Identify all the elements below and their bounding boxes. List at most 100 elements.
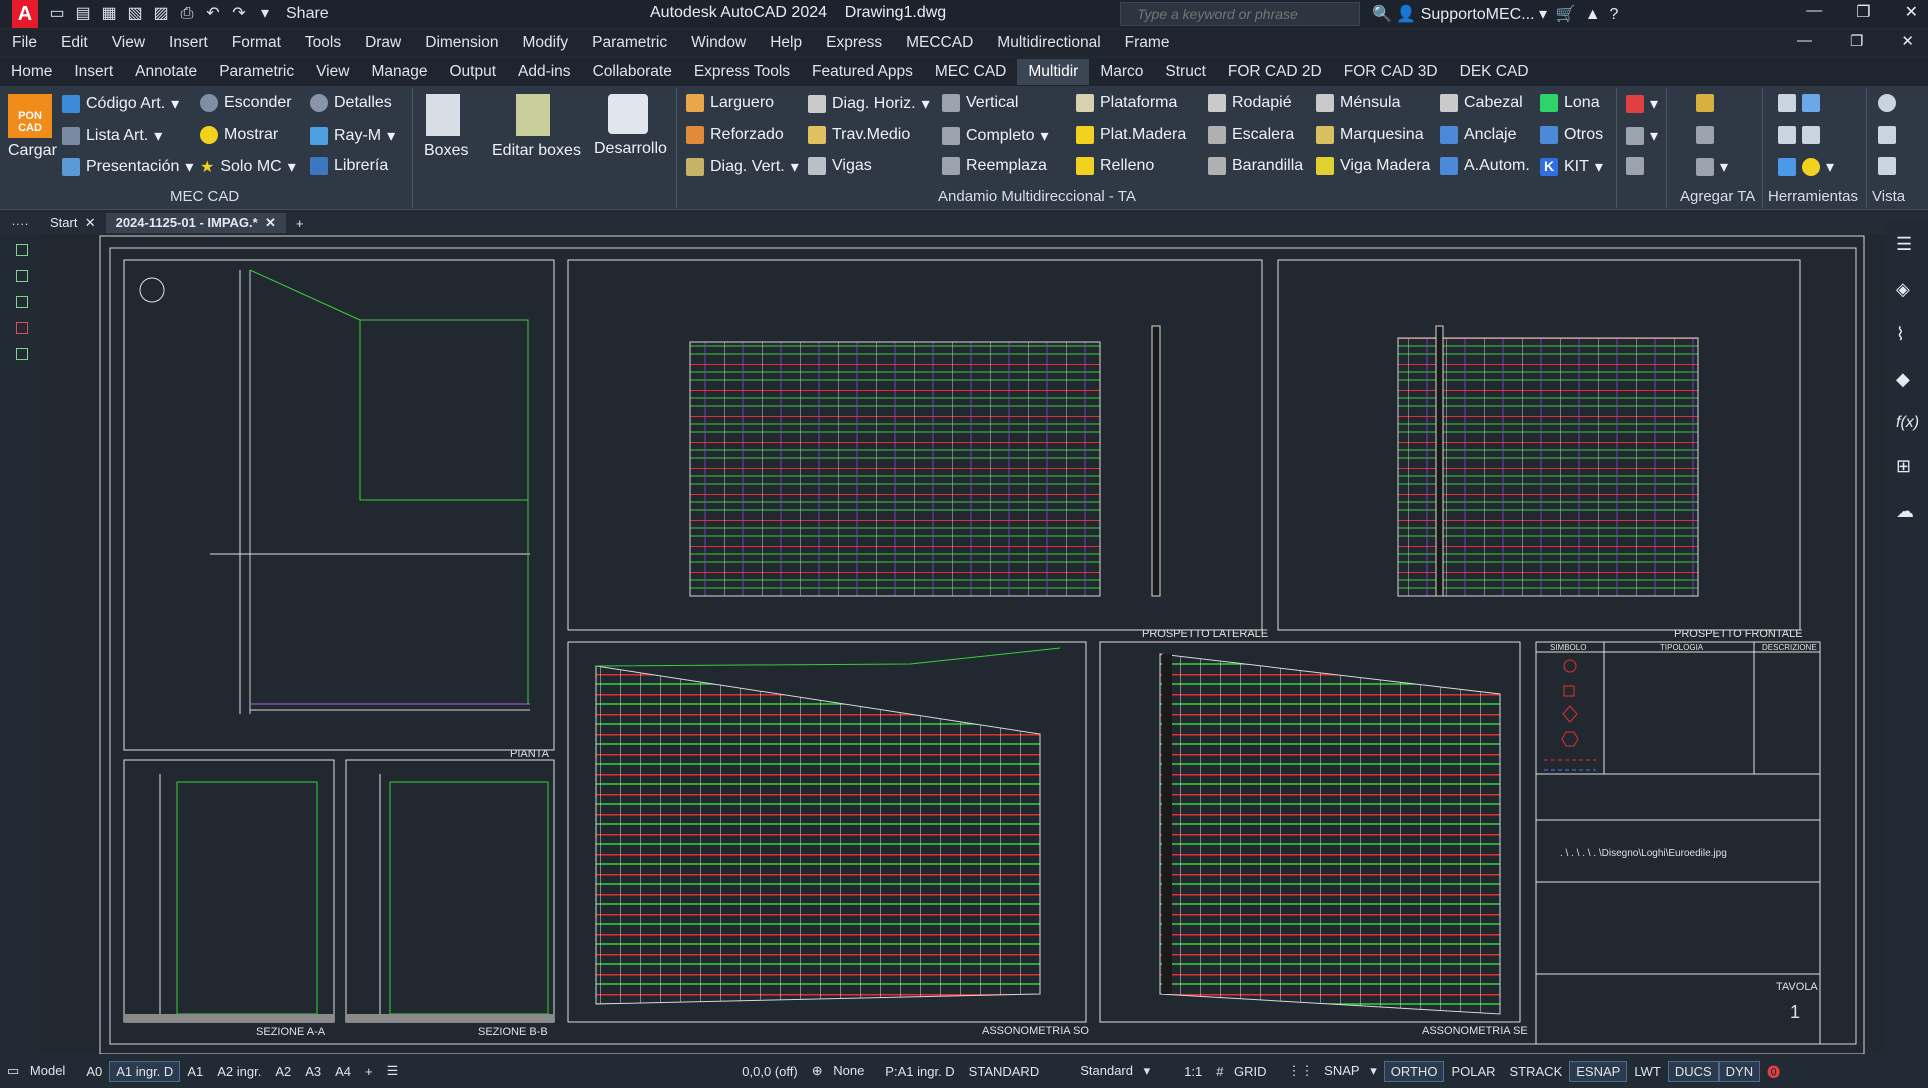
boxes-button[interactable]: Boxes: [424, 142, 468, 160]
ribbon-tab-0[interactable]: Home: [0, 59, 63, 85]
layer-tool-icon[interactable]: [16, 322, 28, 334]
save-as-icon[interactable]: ▧: [124, 4, 146, 24]
completo-button[interactable]: Completo ▾: [942, 126, 1049, 146]
doc-minimize-icon[interactable]: —: [1797, 32, 1812, 50]
model-tab[interactable]: ▭ Model: [0, 1063, 79, 1079]
layout-tab-a3[interactable]: A3: [298, 1064, 328, 1079]
layers-icon[interactable]: ◈: [1896, 279, 1928, 300]
ribbon-tab-17[interactable]: DEK CAD: [1449, 59, 1540, 85]
menu-item-15[interactable]: Frame: [1113, 34, 1182, 52]
menu-item-13[interactable]: MECCAD: [894, 34, 985, 52]
anclaje-button[interactable]: Anclaje: [1440, 126, 1516, 144]
trav-medio-button[interactable]: Trav.Medio: [808, 126, 910, 144]
menu-item-7[interactable]: Dimension: [413, 34, 510, 52]
plat-madera-button[interactable]: Plat.Madera: [1076, 126, 1186, 144]
solo-mc-button[interactable]: ★ Solo MC ▾: [200, 157, 296, 177]
autocad-logo-icon[interactable]: A: [12, 0, 38, 28]
layout-tab-a0[interactable]: A0: [79, 1064, 109, 1079]
menu-item-0[interactable]: File: [0, 34, 49, 52]
menu-item-4[interactable]: Format: [220, 34, 293, 52]
vigas-button[interactable]: Vigas: [808, 157, 872, 175]
agregar-tool-3[interactable]: ▾: [1696, 157, 1728, 177]
new-tab-icon[interactable]: +: [286, 214, 314, 233]
reforzado-button[interactable]: Reforzado: [686, 126, 784, 144]
mostrar-button[interactable]: Mostrar: [200, 126, 278, 144]
menu-item-2[interactable]: View: [100, 34, 157, 52]
drawing-canvas[interactable]: PIANTA SEZIONE A-A SEZIONE B-B PROSPETTO…: [40, 234, 1886, 1054]
detalles-button[interactable]: Detalles: [310, 94, 392, 112]
menu-item-12[interactable]: Express: [814, 34, 894, 52]
none-button[interactable]: ⊕ None: [805, 1063, 879, 1079]
menu-item-11[interactable]: Help: [758, 34, 814, 52]
ray-m-button[interactable]: Ray-M ▾: [310, 126, 395, 146]
lona-button[interactable]: Lona: [1540, 94, 1600, 112]
doc-restore-icon[interactable]: ❐: [1850, 32, 1863, 50]
ribbon-tab-15[interactable]: FOR CAD 2D: [1217, 59, 1333, 85]
ribbon-tab-12[interactable]: Multidir: [1017, 59, 1090, 85]
user-menu[interactable]: 🔍 👤 SupportoMEC... ▾ 🛒 ▲ ?: [1372, 4, 1618, 24]
menu-item-3[interactable]: Insert: [157, 34, 220, 52]
tab-drawing[interactable]: 2024-1125-01 - IMPAG.* ✕: [105, 213, 286, 233]
add-layout-icon[interactable]: +: [358, 1064, 380, 1079]
diag-vert-button[interactable]: Diag. Vert. ▾: [686, 157, 799, 177]
esconder-button[interactable]: Esconder: [200, 94, 292, 112]
layout-tab-a1[interactable]: A1: [180, 1064, 210, 1079]
minimize-icon[interactable]: —: [1806, 2, 1822, 22]
strack-button[interactable]: STRACK: [1503, 1064, 1570, 1079]
view-tool-2[interactable]: [1878, 126, 1896, 144]
dyn-button[interactable]: DYN: [1718, 1060, 1761, 1082]
menu-item-1[interactable]: Edit: [49, 34, 100, 52]
block-icon[interactable]: ◆: [1896, 369, 1928, 390]
tool-button-2[interactable]: ▾: [1626, 126, 1658, 146]
ribbon-tab-9[interactable]: Express Tools: [683, 59, 801, 85]
tool-table[interactable]: [1778, 126, 1820, 144]
properties-icon[interactable]: ☰: [1896, 234, 1928, 255]
libreria-button[interactable]: Librería: [310, 157, 388, 175]
ribbon-tab-1[interactable]: Insert: [63, 59, 124, 85]
cloud-icon[interactable]: ☁: [1896, 501, 1928, 522]
lista-art-button[interactable]: Lista Art. ▾: [62, 126, 162, 146]
ortho-button[interactable]: ORTHO: [1383, 1060, 1445, 1082]
ribbon-tab-8[interactable]: Collaborate: [582, 59, 683, 85]
ribbon-tab-7[interactable]: Add-ins: [507, 59, 582, 85]
ducs-button[interactable]: DUCS: [1667, 1060, 1719, 1082]
layer-tool-icon[interactable]: [16, 296, 28, 308]
layer-tool-icon[interactable]: [16, 244, 28, 256]
save-icon[interactable]: ▦: [98, 4, 120, 24]
a-autom-button[interactable]: A.Autom.: [1440, 157, 1530, 175]
sheet-set-icon[interactable]: ⊞: [1896, 456, 1928, 477]
ribbon-tab-16[interactable]: FOR CAD 3D: [1333, 59, 1449, 85]
ribbon-tab-10[interactable]: Featured Apps: [801, 59, 924, 85]
standard-style[interactable]: STANDARD: [962, 1064, 1047, 1079]
agregar-tool-2[interactable]: [1696, 126, 1714, 144]
layout-tab-a2-ingr[interactable]: A2 ingr.: [210, 1064, 268, 1079]
escalera-button[interactable]: Escalera: [1208, 126, 1294, 144]
layer-tool-icon[interactable]: [16, 270, 28, 282]
reemplaza-button[interactable]: Reemplaza: [942, 157, 1047, 175]
standard-dropdown[interactable]: Standard ▾: [1066, 1063, 1157, 1079]
new-icon[interactable]: ▭: [46, 4, 68, 24]
polar-button[interactable]: POLAR: [1444, 1064, 1502, 1079]
mensula-button[interactable]: Ménsula: [1316, 94, 1400, 112]
ribbon-tab-13[interactable]: Marco: [1089, 59, 1154, 85]
redo-icon[interactable]: ↷: [228, 4, 250, 24]
customize-icon[interactable]: ▾: [254, 4, 276, 24]
layout-tab-a1-ingr-d[interactable]: A1 ingr. D: [109, 1060, 181, 1082]
ribbon-tab-4[interactable]: View: [305, 59, 360, 85]
kit-button[interactable]: K KIT ▾: [1540, 157, 1603, 177]
tool-move[interactable]: [1778, 94, 1820, 112]
menu-item-5[interactable]: Tools: [293, 34, 353, 52]
snap-button[interactable]: ⋮⋮ SNAP ▾: [1281, 1063, 1384, 1079]
layout-list-icon[interactable]: ☰: [380, 1063, 406, 1079]
close-icon[interactable]: ✕: [1905, 2, 1918, 22]
alert-icon[interactable]: ⓿: [1760, 1062, 1787, 1081]
scale-button[interactable]: 1:1: [1177, 1064, 1209, 1079]
tab-start[interactable]: Start ✕: [40, 213, 106, 233]
view-tool-3[interactable]: [1878, 157, 1896, 175]
cargar-button[interactable]: Cargar: [8, 142, 57, 160]
restore-icon[interactable]: ❐: [1856, 2, 1870, 22]
tool-button-3[interactable]: [1626, 157, 1644, 175]
ribbon-tab-6[interactable]: Output: [438, 59, 507, 85]
otros-button[interactable]: Otros: [1540, 126, 1603, 144]
layer-tool-icon[interactable]: [16, 348, 28, 360]
